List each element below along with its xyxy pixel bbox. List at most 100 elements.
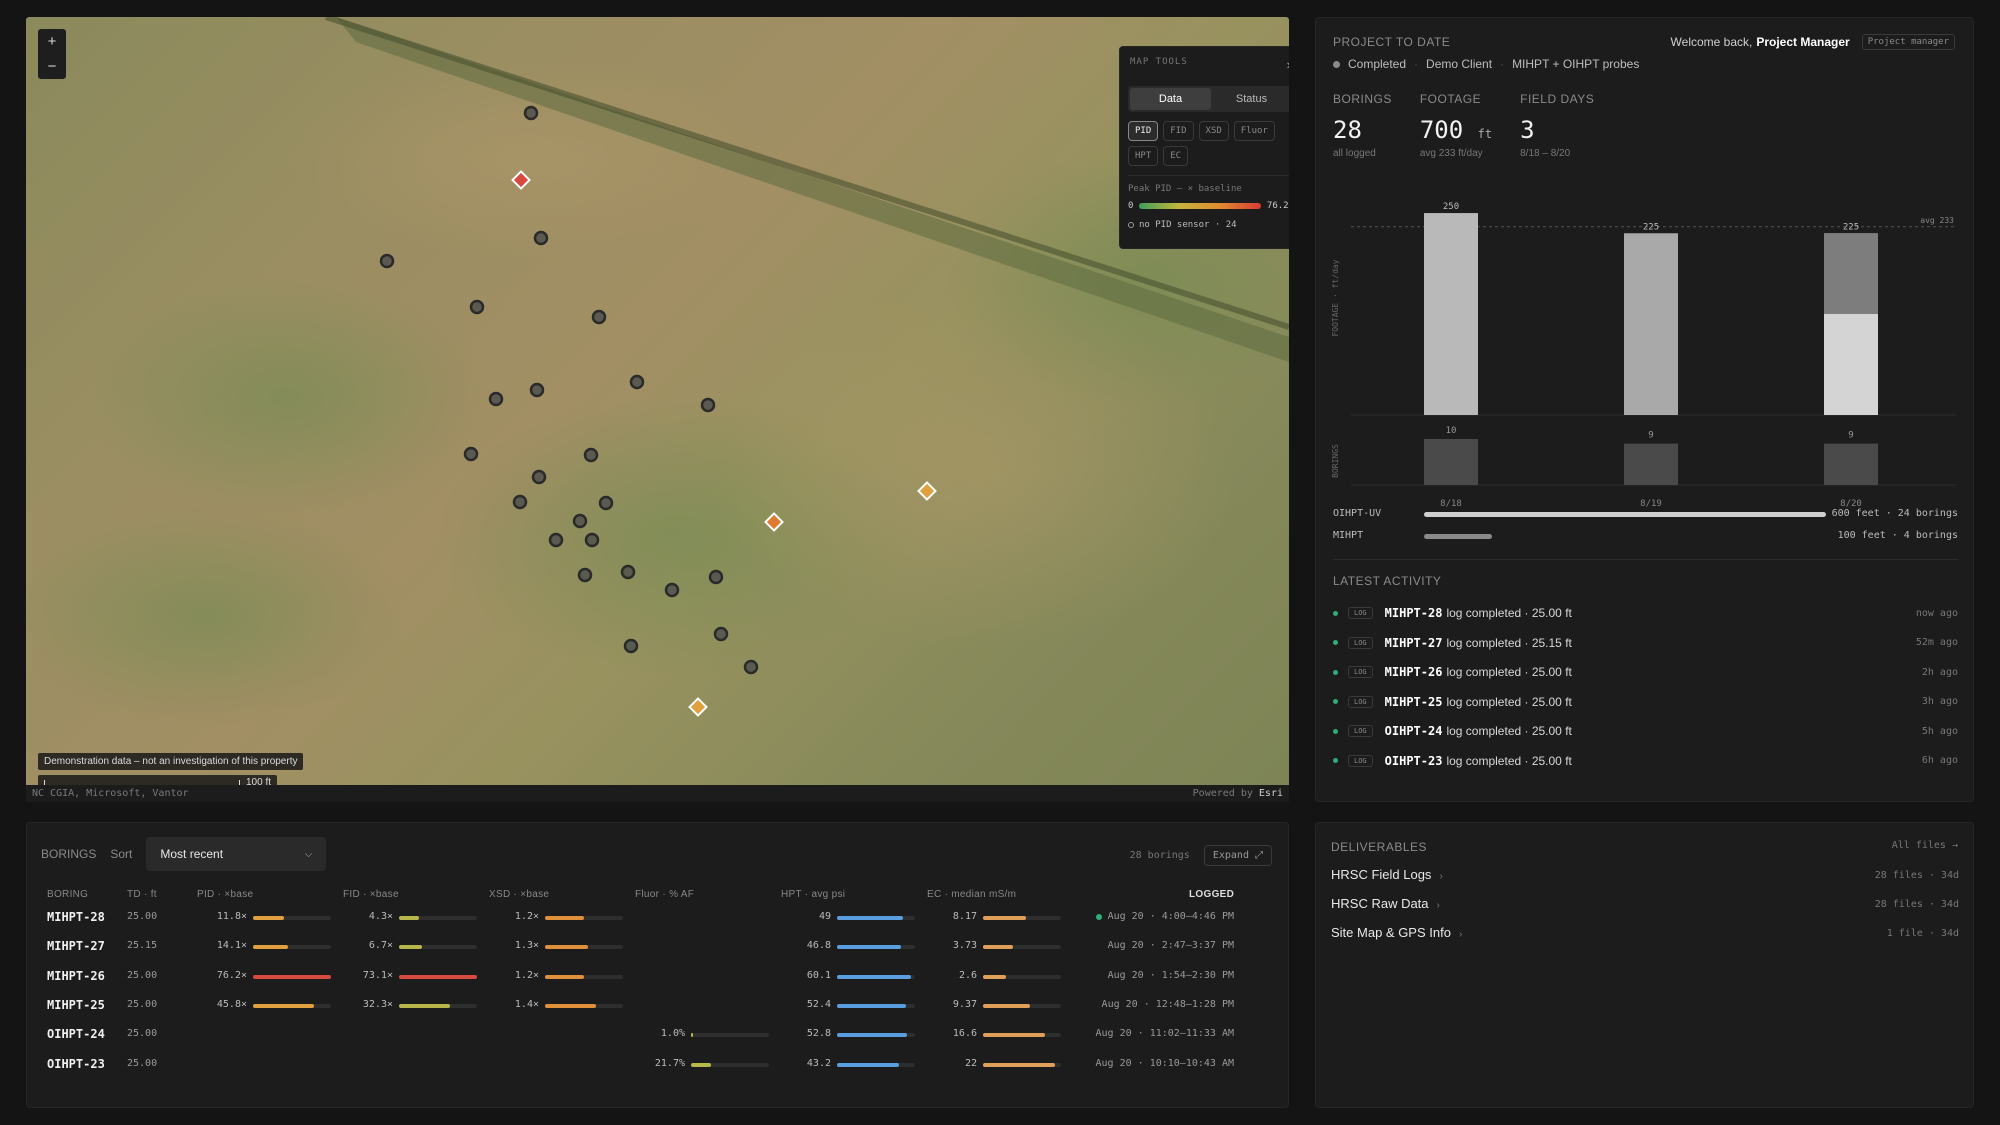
activity-item[interactable]: LOG MIHPT-28 log completed · 25.00 ft now a…: [1333, 604, 1958, 622]
pid-bar-fill: [253, 945, 289, 950]
col-fid[interactable]: FID · ×base: [343, 889, 399, 900]
user-name[interactable]: Project Manager: [1756, 35, 1849, 49]
boring-marker[interactable]: [591, 309, 607, 325]
stat-label: FOOTAGE: [1419, 92, 1482, 106]
boring-marker[interactable]: [523, 105, 539, 121]
activity-item[interactable]: LOG MIHPT-27 log completed · 25.15 ft 52m a…: [1333, 634, 1958, 652]
borings-value-label: 9: [1648, 431, 1653, 441]
hpt-bar-fill: [837, 1033, 908, 1038]
boring-marker[interactable]: [531, 469, 547, 485]
chip-hpt[interactable]: HPT: [1128, 146, 1159, 166]
activity-item[interactable]: LOG MIHPT-25 log completed · 25.00 ft 3h ag…: [1333, 693, 1958, 711]
boring-marker[interactable]: [700, 397, 716, 413]
xsd-value: 1.2×: [514, 969, 539, 981]
sort-select[interactable]: Most recent ⌵: [146, 837, 327, 871]
role-badge: Project manager: [1861, 34, 1955, 50]
table-row[interactable]: MIHPT-25 25.00 45.8× 32.3× 1.4× 52.4 9.37 Aug 2…: [27, 995, 1288, 1017]
col-logged[interactable]: LOGGED: [1189, 889, 1234, 900]
chip-xsd[interactable]: XSD: [1198, 121, 1229, 141]
boring-marker[interactable]: [533, 230, 549, 246]
boring-marker[interactable]: [743, 659, 759, 675]
boring-marker[interactable]: [469, 299, 485, 315]
boring-marker[interactable]: [584, 532, 600, 548]
probe-track: [1424, 534, 1826, 539]
boring-marker[interactable]: [379, 253, 395, 269]
chip-fid[interactable]: FID: [1163, 121, 1194, 141]
boring-marker[interactable]: [512, 494, 528, 510]
expand-button[interactable]: Expand ⤢: [1203, 845, 1272, 866]
col-fluor[interactable]: Fluor · % AF: [635, 889, 694, 900]
fid-value: 73.1×: [362, 969, 393, 981]
probe-name: MIHPT: [1333, 530, 1364, 541]
table-row[interactable]: MIHPT-26 25.00 76.2× 73.1× 1.2× 60.1 2.6 Aug 20…: [27, 966, 1288, 988]
divider: [1333, 559, 1958, 560]
fid-bar: [399, 945, 477, 950]
boring-marker[interactable]: [577, 567, 593, 583]
table-row[interactable]: MIHPT-28 25.00 11.8× 4.3× 1.2× 49 8.17 Aug 20 ·…: [27, 907, 1288, 929]
map-view[interactable]: + − Demonstration data – not an investig…: [26, 17, 1289, 802]
table-row[interactable]: OIHPT-23 25.00 21.7% 43.2 22 Aug 20 · 10:10–1…: [27, 1054, 1288, 1076]
table-row[interactable]: MIHPT-27 25.15 14.1× 6.7× 1.3× 46.8 3.73 Aug 20…: [27, 936, 1288, 958]
fid-bar-fill: [399, 1003, 450, 1008]
pid-bar-fill: [253, 1003, 314, 1008]
avg-label: avg 233: [1920, 216, 1954, 225]
chevron-right-icon[interactable]: ›: [1287, 57, 1289, 72]
col-xsd[interactable]: XSD · ×base: [489, 889, 549, 900]
deliverable-item[interactable]: HRSC Raw Data › 28 files · 34d: [1331, 896, 1959, 914]
footage-chart: avg 233 FOOTAGE · ft/day BORINGS 250 225 225 1…: [1331, 202, 1956, 509]
chip-fluor[interactable]: Fluor: [1233, 121, 1275, 141]
pid-bar: [253, 945, 331, 950]
tab-data[interactable]: Data: [1130, 88, 1211, 110]
deliverable-item[interactable]: HRSC Field Logs › 28 files · 34d: [1331, 867, 1959, 885]
col-hpt[interactable]: HPT · avg psi: [781, 889, 845, 900]
boring-td: 25.00: [127, 969, 158, 981]
boring-marker[interactable]: [623, 638, 639, 654]
boring-marker[interactable]: [664, 582, 680, 598]
activity-dot-icon: [1333, 699, 1338, 704]
activity-item[interactable]: LOG OIHPT-24 log completed · 25.00 ft 5h ag…: [1333, 722, 1958, 740]
activity-time: 6h ago: [1921, 755, 1958, 766]
pid-value: 11.8×: [216, 911, 247, 922]
zoom-in-button[interactable]: +: [38, 29, 66, 54]
table-row[interactable]: OIHPT-24 25.00 1.0% 52.8 16.6 Aug 20 · 11:02–…: [27, 1024, 1288, 1046]
chip-ec[interactable]: EC: [1163, 146, 1189, 166]
boring-marker[interactable]: [548, 532, 564, 548]
boring-id: MIHPT-27: [47, 939, 105, 954]
project-probes: MIHPT + OIHPT probes: [1512, 57, 1640, 71]
boring-marker[interactable]: [620, 564, 636, 580]
activity-item[interactable]: LOG MIHPT-26 log completed · 25.00 ft 2h ag…: [1333, 663, 1958, 681]
activity-item[interactable]: LOG OIHPT-23 log completed · 25.00 ft 6h ag…: [1333, 752, 1958, 770]
hpt-bar: [837, 916, 915, 920]
col-ec[interactable]: EC · median mS/m: [927, 889, 1016, 900]
boring-marker[interactable]: [488, 391, 504, 407]
tab-status[interactable]: Status: [1211, 88, 1289, 110]
ec-bar-fill: [983, 1062, 1055, 1067]
activity-text: log completed · 25.00 ft: [1446, 694, 1572, 709]
boring-marker[interactable]: [708, 569, 724, 585]
boring-marker[interactable]: [629, 374, 645, 390]
boring-marker[interactable]: [529, 382, 545, 398]
fid-value: 4.3×: [368, 911, 393, 922]
boring-marker[interactable]: [583, 447, 599, 463]
chip-pid[interactable]: PID: [1128, 121, 1159, 141]
col-pid[interactable]: PID · ×base: [197, 889, 253, 900]
fid-bar-fill: [399, 916, 419, 920]
col-boring[interactable]: BORING: [47, 889, 88, 900]
col-td[interactable]: TD · ft: [127, 889, 157, 900]
esri-link[interactable]: Esri: [1259, 788, 1283, 799]
boring-marker[interactable]: [572, 513, 588, 529]
all-files-link[interactable]: All files →: [1892, 840, 1958, 851]
hpt-bar: [837, 945, 915, 950]
map-canvas[interactable]: [26, 17, 1289, 785]
boring-marker[interactable]: [463, 446, 479, 462]
stat-footage: FOOTAGE 700 ft avg 233 ft/day: [1420, 92, 1492, 159]
pid-legend: Peak PID — × baseline 0 76.2× no PID sen…: [1128, 175, 1289, 230]
zoom-out-button[interactable]: −: [38, 54, 66, 79]
project-title: PROJECT TO DATE: [1333, 35, 1451, 49]
deliverable-item[interactable]: Site Map & GPS Info › 1 file · 34d: [1331, 925, 1959, 943]
boring-marker[interactable]: [598, 495, 614, 511]
stat-label: BORINGS: [1333, 92, 1392, 106]
pid-boring-marker[interactable]: [688, 697, 708, 717]
activity-boring-id: MIHPT-26: [1384, 665, 1443, 679]
boring-marker[interactable]: [713, 626, 729, 642]
